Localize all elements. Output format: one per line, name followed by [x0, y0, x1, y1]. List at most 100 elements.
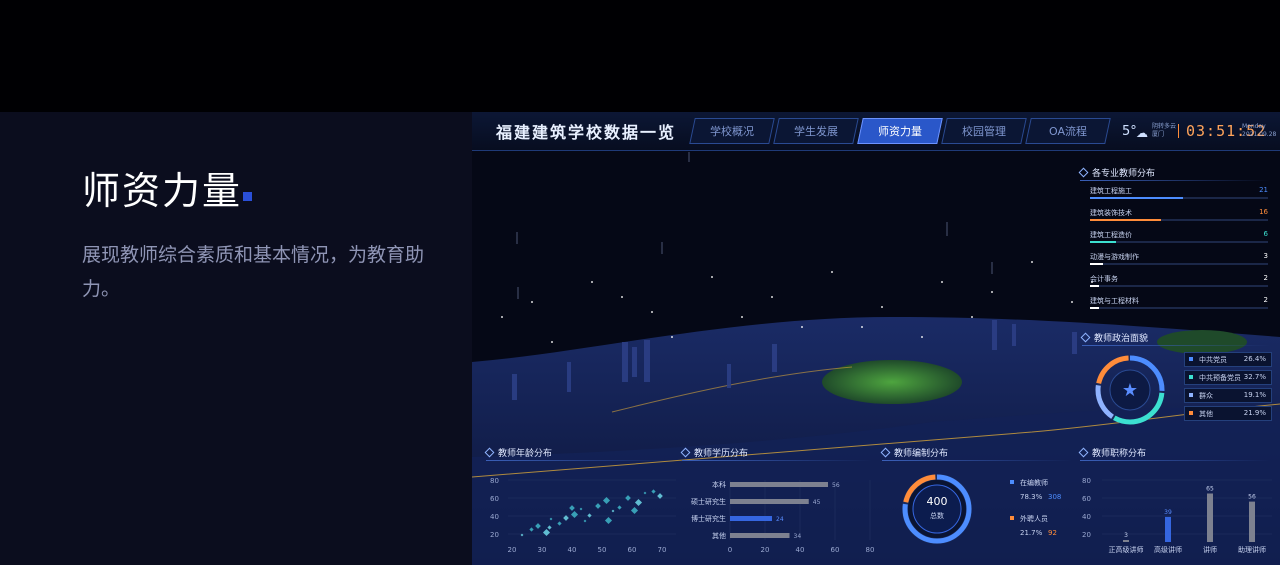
- title-category-label: 正高级讲师: [1109, 545, 1144, 554]
- majors-panel-title: 各专业教师分布: [1080, 166, 1155, 179]
- staffing-count: 92: [1048, 529, 1057, 537]
- x-tick-label: 40: [796, 546, 805, 554]
- age-point: [604, 516, 613, 525]
- date-info: Monday 2021.09.28: [1242, 123, 1276, 139]
- age-scatter-chart: 80 60 40 20 20 30 40 50 60 70: [490, 477, 676, 554]
- title-underline: [1082, 345, 1270, 346]
- major-bar-track: [1090, 307, 1268, 309]
- legend-percent: 26.4%: [1243, 355, 1266, 363]
- y-tick-label: 20: [490, 531, 499, 539]
- y-tick-label: 40: [1082, 513, 1091, 521]
- major-bar-fill: [1090, 197, 1183, 199]
- title-category-label: 讲师: [1203, 545, 1217, 554]
- date: 2021.09.28: [1242, 131, 1277, 138]
- education-bar: [730, 533, 790, 538]
- age-point: [587, 513, 592, 518]
- major-bar-track: [1090, 197, 1268, 199]
- legend-swatch: [1189, 393, 1193, 397]
- page-title: 师资力量: [82, 169, 243, 213]
- education-value: 56: [832, 482, 840, 489]
- title-value: 56: [1248, 494, 1256, 501]
- major-bar-track: [1090, 285, 1268, 287]
- y-tick-label: 60: [490, 495, 499, 503]
- title-value: 39: [1164, 509, 1172, 516]
- major-value: 16: [1259, 208, 1268, 216]
- age-point: [643, 491, 647, 495]
- x-tick-label: 20: [761, 546, 770, 554]
- staffing-donut-chart: [902, 474, 972, 544]
- x-tick-label: 40: [568, 546, 577, 554]
- major-bar-fill: [1090, 241, 1117, 243]
- title-underline: [682, 460, 872, 461]
- major-bar-track: [1090, 263, 1268, 265]
- staffing-total: 400: [926, 495, 948, 508]
- x-tick-label: 60: [628, 546, 637, 554]
- legend-swatch: [1189, 411, 1193, 415]
- star-icon: ★: [1122, 380, 1138, 401]
- tab-student-development[interactable]: 学生发展: [773, 118, 859, 144]
- x-tick-label: 50: [598, 546, 607, 554]
- major-label: 建筑工程造价: [1090, 231, 1132, 239]
- education-label: 硕士研究生: [691, 497, 726, 506]
- age-point: [611, 509, 615, 513]
- staffing-total-label: 总数: [930, 512, 944, 520]
- age-point: [569, 505, 575, 511]
- major-label: 建筑工程施工: [1090, 187, 1132, 195]
- staffing-label: 外聘人员: [1020, 515, 1048, 523]
- politics-legend-item: 群众 19.1%: [1184, 388, 1272, 403]
- age-point: [579, 507, 583, 511]
- age-point: [595, 503, 601, 509]
- legend-swatch: [1189, 357, 1193, 361]
- legend-label: 中共预备党员: [1199, 374, 1241, 382]
- tab-teaching-staff[interactable]: 师资力量: [857, 118, 943, 144]
- title-underline: [882, 460, 1072, 461]
- age-point: [557, 521, 562, 526]
- tab-campus-management[interactable]: 校园管理: [941, 118, 1027, 144]
- legend-percent: 21.9%: [1243, 409, 1266, 417]
- titles-panel-title: 教师职称分布: [1080, 446, 1146, 459]
- legend-percent: 32.7%: [1243, 373, 1266, 381]
- x-tick-label: 20: [508, 546, 517, 554]
- tab-label: 学生发展: [794, 125, 838, 138]
- age-point: [617, 505, 622, 510]
- legend-swatch: [1189, 375, 1193, 379]
- title-bar: [1207, 493, 1213, 542]
- major-label: 建筑与工程材料: [1090, 297, 1139, 305]
- age-point: [651, 489, 656, 494]
- education-label: 博士研究生: [691, 514, 726, 523]
- major-bar-fill: [1090, 263, 1104, 265]
- y-tick-label: 60: [1082, 495, 1091, 503]
- education-bar: [730, 516, 772, 521]
- title-underline: [1080, 180, 1270, 181]
- location-info: 阴转多云 厦门: [1152, 123, 1176, 139]
- tab-school-overview[interactable]: 学校概况: [689, 118, 775, 144]
- major-value: 2: [1263, 274, 1268, 282]
- education-value: 24: [776, 516, 784, 523]
- tab-label: 师资力量: [878, 125, 922, 138]
- tab-oa-process[interactable]: OA流程: [1025, 118, 1111, 144]
- politics-donut-chart: ★: [1095, 355, 1165, 425]
- title-value: 3: [1124, 532, 1128, 539]
- title-bar: [1249, 501, 1255, 542]
- major-label: 建筑装饰技术: [1090, 209, 1132, 217]
- x-tick-label: 30: [538, 546, 547, 554]
- age-point: [549, 517, 553, 521]
- dashboard-header: 福建建筑学校数据一览 学校概况 学生发展 师资力量 校园管理 OA流程 5° ☁…: [472, 112, 1280, 151]
- app-title: 福建建筑学校数据一览: [496, 123, 677, 142]
- x-tick-label: 70: [658, 546, 667, 554]
- title-value: 65: [1206, 486, 1214, 493]
- temperature: 5°: [1122, 124, 1137, 139]
- city-name: 厦门: [1152, 131, 1165, 138]
- x-tick-label: 60: [831, 546, 840, 554]
- politics-legend-item: 中共党员 26.4%: [1184, 352, 1272, 367]
- age-panel-title: 教师年龄分布: [486, 446, 552, 459]
- major-label: 会计事务: [1090, 275, 1118, 283]
- staffing-percent: 78.3%: [1020, 493, 1043, 501]
- cloud-icon: ☁: [1136, 126, 1148, 140]
- page-description: 展现教师综合素质和基本情况，为教育助力。: [82, 244, 425, 300]
- politics-legend-item: 中共预备党员 32.7%: [1184, 370, 1272, 385]
- education-value: 34: [794, 533, 802, 540]
- age-point: [634, 498, 643, 507]
- education-value: 45: [813, 499, 821, 506]
- top-band: [0, 0, 1280, 112]
